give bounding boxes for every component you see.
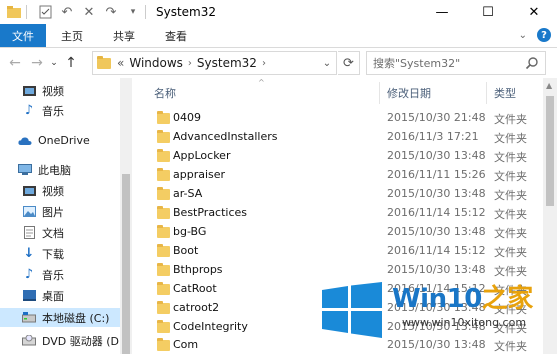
folder-icon [157, 282, 170, 295]
video-icon [22, 184, 36, 197]
nav-item-documents[interactable]: 文档 [0, 223, 64, 242]
list-item[interactable]: bg-BG 2015/10/30 13:48 文件夹 [132, 223, 543, 242]
refresh-button[interactable]: ⟳ [338, 51, 360, 75]
nav-item-music[interactable]: ♪ 音乐 [0, 101, 64, 120]
folder-icon [157, 244, 170, 257]
folder-icon [157, 338, 170, 351]
search-placeholder: 搜索"System32" [373, 57, 461, 70]
file-list-scroll-thumb[interactable] [546, 96, 554, 206]
nav-item-pictures[interactable]: 图片 [0, 202, 64, 221]
documents-icon [22, 226, 36, 239]
window-title: System32 [156, 5, 217, 19]
watermark-url: www.win10xitong.com [402, 316, 527, 329]
nav-item-pc-videos[interactable]: 视频 [0, 181, 64, 200]
cloud-icon [18, 134, 32, 147]
redo-icon[interactable]: ↷ [103, 4, 119, 20]
tab-file[interactable]: 文件 [0, 24, 46, 47]
folder-app-icon [6, 4, 22, 20]
nav-pane-scroll-thumb[interactable] [122, 174, 130, 354]
breadcrumb-system32[interactable]: System32 [197, 56, 257, 70]
column-header-name[interactable]: 名称 [154, 80, 176, 106]
download-icon: ↓ [23, 246, 35, 261]
music-icon: ♪ [24, 267, 34, 282]
folder-icon [157, 187, 170, 200]
list-item[interactable]: Com 2015/10/30 13:48 文件夹 [132, 336, 543, 354]
drive-icon [22, 311, 36, 324]
folder-icon [157, 149, 170, 162]
nav-item-onedrive[interactable]: OneDrive [0, 131, 90, 150]
search-icon[interactable] [525, 56, 539, 70]
nav-item-desktop[interactable]: 桌面 [0, 286, 64, 305]
address-dropdown-icon[interactable]: ⌄ [318, 52, 336, 74]
folder-icon [157, 263, 170, 276]
maximize-button[interactable]: ☐ [465, 0, 511, 24]
search-input[interactable]: 搜索"System32" [366, 51, 546, 75]
breadcrumb-windows[interactable]: Windows [129, 56, 183, 70]
windows-logo-icon [322, 282, 382, 338]
navigation-pane: 视频 ♪ 音乐 OneDrive 此电脑 视频 图片 文档 ↓ 下载 ♪ 音乐 桌 [0, 78, 123, 354]
list-item[interactable]: appraiser 2016/11/11 15:26 文件夹 [132, 166, 543, 185]
list-item[interactable]: 0409 2015/10/30 21:48 文件夹 [132, 109, 543, 128]
nav-item-this-pc[interactable]: 此电脑 [0, 160, 71, 179]
customize-dropdown-icon[interactable]: ▾ [125, 4, 141, 20]
list-item[interactable]: ar-SA 2015/10/30 13:48 文件夹 [132, 185, 543, 204]
quick-access-toolbar: ↶ ✕ ↷ ▾ [0, 0, 150, 24]
video-icon [22, 84, 36, 97]
folder-icon [157, 111, 170, 124]
nav-item-pc-music[interactable]: ♪ 音乐 [0, 265, 64, 284]
title-bar: ↶ ✕ ↷ ▾ System32 — ☐ ✕ [0, 0, 557, 24]
back-button[interactable]: ← [4, 52, 26, 74]
properties-icon[interactable] [37, 4, 53, 20]
up-button[interactable]: ↑ [60, 52, 82, 74]
pictures-icon [22, 205, 36, 218]
tab-home[interactable]: 主页 [46, 24, 98, 47]
nav-item-downloads[interactable]: ↓ 下载 [0, 244, 64, 263]
desktop-icon [22, 289, 36, 302]
tab-view[interactable]: 查看 [150, 24, 202, 47]
list-item[interactable]: AdvancedInstallers 2016/11/3 17:21 文件夹 [132, 128, 543, 147]
column-header-date[interactable]: 修改日期 [387, 80, 431, 106]
list-item[interactable]: Boot 2016/11/14 15:12 文件夹 [132, 242, 543, 261]
file-list-scrollbar[interactable]: ▲ [543, 78, 557, 354]
recent-locations-icon[interactable]: ⌄ [48, 52, 60, 74]
address-row: ← → ⌄ ↑ « Windows › System32 › ⌄ ⟳ 搜索"Sy… [0, 48, 557, 78]
scroll-up-icon[interactable]: ▲ [546, 81, 552, 90]
folder-icon [157, 320, 170, 333]
chevron-right-icon[interactable]: › [262, 58, 266, 69]
tab-share[interactable]: 共享 [98, 24, 150, 47]
folder-icon [97, 55, 111, 69]
help-icon[interactable]: ? [537, 28, 551, 42]
expand-ribbon-icon[interactable]: ⌄ [519, 30, 527, 41]
undo-icon[interactable]: ↶ [59, 4, 75, 20]
chevron-right-icon[interactable]: › [188, 58, 192, 69]
folder-icon [157, 206, 170, 219]
close-button[interactable]: ✕ [511, 0, 557, 24]
computer-icon [18, 163, 32, 176]
folder-icon [157, 301, 170, 314]
music-icon: ♪ [24, 103, 34, 118]
breadcrumb-overflow[interactable]: « [117, 56, 124, 70]
folder-icon [157, 168, 170, 181]
forward-button[interactable]: → [26, 52, 48, 74]
folder-icon [157, 225, 170, 238]
list-item[interactable]: AppLocker 2015/10/30 13:48 文件夹 [132, 147, 543, 166]
nav-pane-scrollbar[interactable] [120, 78, 132, 354]
address-bar[interactable]: « Windows › System32 › ⌄ [92, 51, 337, 75]
list-item[interactable]: BestPractices 2016/11/14 15:12 文件夹 [132, 204, 543, 223]
delete-icon[interactable]: ✕ [81, 4, 97, 20]
nav-item-videos[interactable]: 视频 [0, 81, 64, 100]
ribbon-tabs: 文件 主页 共享 查看 ⌄ ? [0, 24, 557, 48]
nav-item-dvd-drive-d[interactable]: DVD 驱动器 (D: [0, 331, 123, 350]
minimize-button[interactable]: — [419, 0, 465, 24]
folder-icon [157, 130, 170, 143]
dvd-icon [22, 334, 36, 347]
column-header-type[interactable]: 类型 [494, 80, 516, 106]
watermark-title: Win10之家 [392, 284, 533, 314]
nav-item-local-disk-c[interactable]: 本地磁盘 (C:) [0, 308, 120, 327]
sort-caret-icon: ^ [258, 78, 265, 87]
